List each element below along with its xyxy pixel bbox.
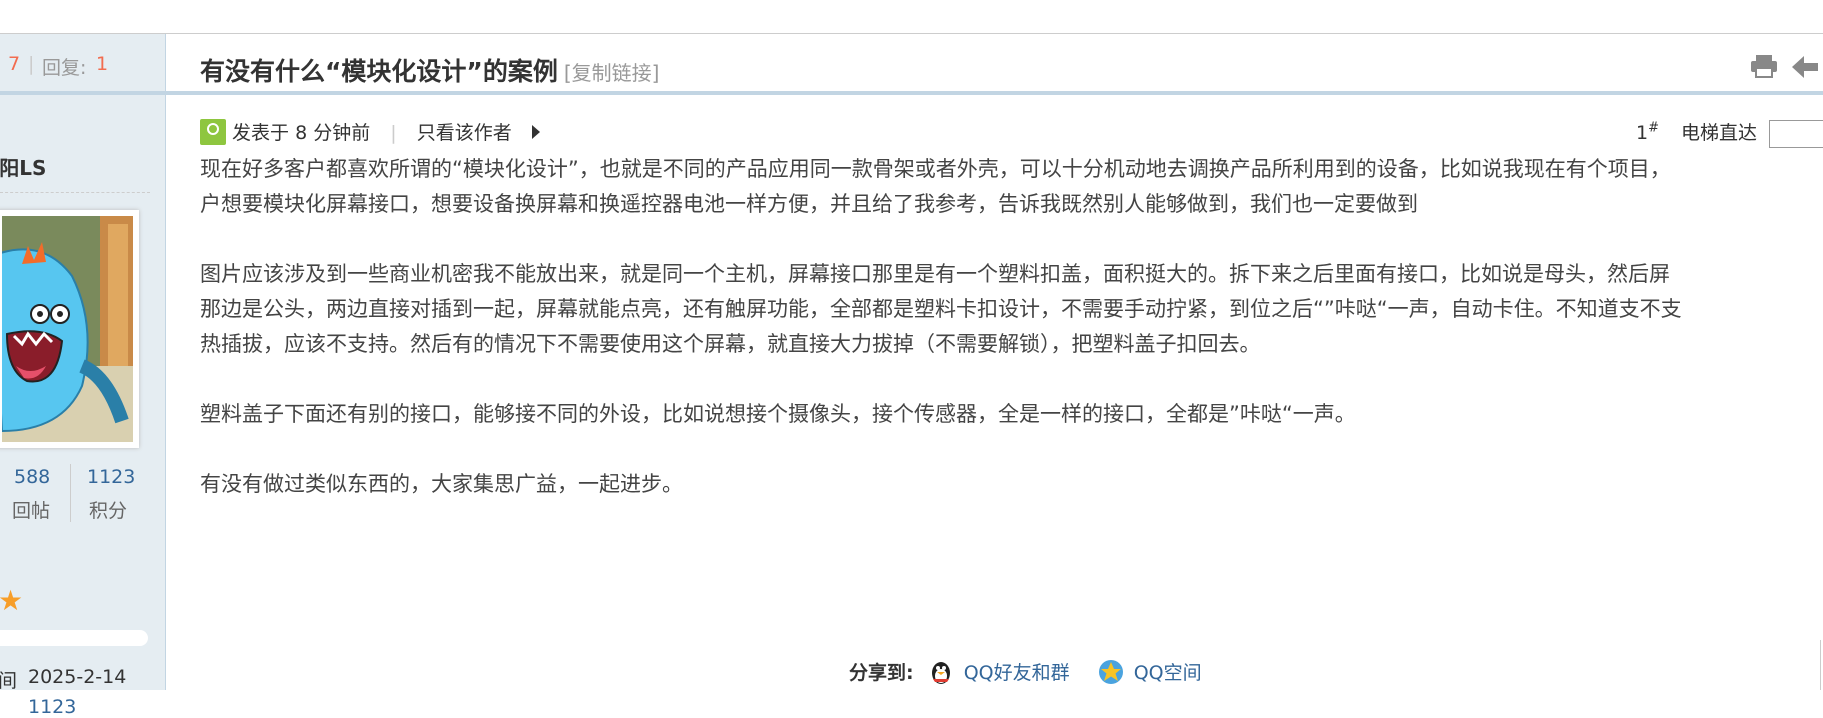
sidebar-divider [0,192,150,193]
points-value[interactable]: 1123 [28,696,76,718]
points-count[interactable]: 1123 [87,466,135,488]
posts-count[interactable]: 588 [14,466,50,488]
thread-title-bar: 有没有什么“模块化设计”的案例 [复制链接] [166,34,1823,95]
qq-penguin-icon[interactable] [928,659,954,685]
top-band [0,0,1823,34]
stats-divider: | [28,53,35,75]
thread-stats: 7 | 回复: 1 [0,34,165,95]
paragraph-line: 户想要模块化屏幕接口，想要设备换屏幕和换遥控器电池一样方便，并且给了我参考，告诉… [200,192,1418,216]
post-paragraph-2: 图片应该涉及到一些商业机密我不能放出来，就是同一个主机，屏幕接口那里是有一个塑料… [200,222,1823,362]
back-arrow-icon[interactable] [1792,56,1818,78]
right-border [1820,640,1821,690]
points-label: 积分 [89,500,128,522]
floor-number: 1 [1636,122,1649,144]
elevator-label: 电梯直达 [1681,122,1758,144]
copy-link[interactable]: [复制链接] [564,61,660,85]
time-label: 间 [0,670,18,692]
paragraph-line: 图片应该涉及到一些商业机密我不能放出来，就是同一个主机，屏幕接口那里是有一个塑料… [200,262,1670,286]
avatar-image [2,216,133,442]
post-main: 有没有什么“模块化设计”的案例 [复制链接] 发表于 8 分钟前 | 只看该作者 … [166,34,1823,690]
author-sidebar: 7 | 回复: 1 k阳LS 588 回帖 1123 积分 ★ 间 2025-2… [0,34,166,718]
paragraph-line: 有没有做过类似东西的，大家集思广益，一起进步。 [200,472,683,496]
print-icon[interactable] [1750,54,1778,78]
share-label: 分享到: [849,662,914,684]
triangle-right-icon [531,124,540,139]
floor-mark: # [1648,120,1659,136]
replies-label: 回复: [42,57,87,79]
thread-title: 有没有什么“模块化设计”的案例 [复制链接] [200,52,659,88]
avatar[interactable] [0,210,139,448]
only-author-link[interactable]: 只看该作者 [417,122,512,144]
meta-divider: | [390,122,397,144]
paragraph-line: 热插拔，应该不支持。然后有的情况下不需要使用这个屏幕，就直接大力拔掉（不需要解锁… [200,332,1261,356]
post-paragraph-1: 现在好多客户都喜欢所谓的“模块化设计”，也就是不同的产品应用同一款骨架或者外壳，… [200,152,1823,222]
share-qq-zone[interactable]: QQ空间 [1134,662,1202,684]
qzone-star-icon[interactable] [1098,659,1124,685]
stats-separator [70,464,71,522]
paragraph-line: 塑料盖子下面还有别的接口，能够接不同的外设，比如说想接个摄像头，接个传感器，全是… [200,402,1356,426]
star-icon: ★ [0,584,24,617]
post-time: 发表于 8 分钟前 [232,122,371,144]
register-date: 2025-2-14 [28,666,127,688]
share-bar: 分享到: QQ好友和群 QQ空间 [849,658,1224,687]
share-qq-friends[interactable]: QQ好友和群 [964,662,1070,684]
replies-count: 1 [96,53,109,75]
online-user-icon [200,118,226,145]
post-paragraph-4: 有没有做过类似东西的，大家集思广益，一起进步。 [200,432,1823,502]
elevator-input[interactable] [1769,119,1823,148]
posts-label: 回帖 [12,500,51,522]
floor-nav: 1# 电梯直达 [1636,118,1823,148]
level-bar [0,630,148,646]
post-paragraph-3: 塑料盖子下面还有别的接口，能够接不同的外设，比如说想接个摄像头，接个传感器，全是… [200,362,1823,432]
thread-title-text: 有没有什么“模块化设计”的案例 [200,57,558,86]
post-meta: 发表于 8 分钟前 | 只看该作者 [200,118,540,148]
views-count: 7 [8,53,21,75]
author-name[interactable]: k阳LS [0,152,46,181]
paragraph-line: 现在好多客户都喜欢所谓的“模块化设计”，也就是不同的产品应用同一款骨架或者外壳，… [200,157,1671,181]
paragraph-line: 那边是公头，两边直接对插到一起，屏幕就能点亮，还有触屏功能，全部都是塑料卡扣设计… [200,297,1682,321]
